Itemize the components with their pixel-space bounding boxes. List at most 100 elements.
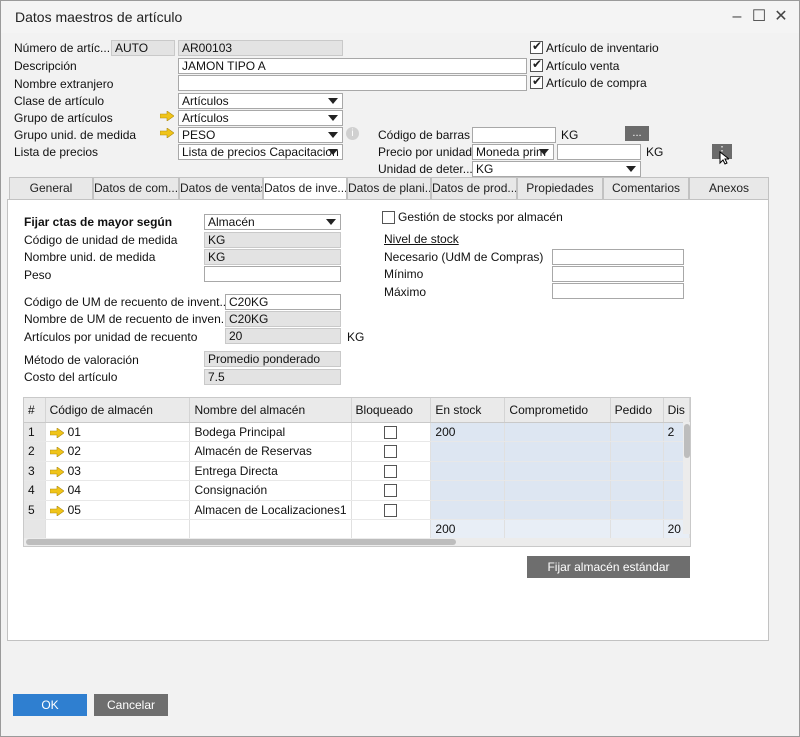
barcode-field[interactable] <box>472 127 556 143</box>
item-cost-field[interactable]: 7.5 <box>204 369 341 385</box>
minimize-icon[interactable]: – <box>727 7 747 27</box>
table-row[interactable]: 4 04 Consignación <box>24 480 690 501</box>
column-header[interactable]: Pedido <box>610 398 664 423</box>
purchase-item-checkbox[interactable] <box>530 74 543 89</box>
sales-item-checkbox[interactable] <box>530 57 543 72</box>
tab-production[interactable]: Datos de prod... <box>431 177 517 199</box>
link-arrow-icon[interactable] <box>49 465 65 478</box>
locked-checkbox[interactable] <box>384 503 398 517</box>
item-group-select[interactable]: Artículos <box>178 110 343 126</box>
item-group-label: Grupo de artículos <box>14 111 113 125</box>
total-ordered-cell <box>610 519 664 540</box>
link-arrow-icon[interactable] <box>49 485 65 497</box>
warehouse-code-cell[interactable]: 04 <box>45 480 191 501</box>
set-default-warehouse-button[interactable]: Fijar almacén estándar <box>527 556 690 578</box>
stock-by-warehouse-checkbox[interactable] <box>382 211 395 224</box>
horizontal-scroll-thumb[interactable] <box>26 539 456 545</box>
column-header[interactable]: En stock <box>430 398 506 423</box>
table-total-row: 200 20 <box>24 519 690 540</box>
total-committed-cell <box>504 519 611 540</box>
uom-code-field[interactable]: KG <box>204 232 341 248</box>
tab-attachments[interactable]: Anexos <box>689 177 769 199</box>
warehouse-code-cell[interactable]: 01 <box>45 422 191 442</box>
table-row[interactable]: 1 01 Bodega Principal 200 2 <box>24 422 690 442</box>
foreign-name-field[interactable] <box>178 75 527 91</box>
horizontal-scrollbar[interactable] <box>24 538 690 546</box>
cancel-button[interactable]: Cancelar <box>94 694 168 716</box>
tab-sales[interactable]: Datos de ventas <box>179 177 263 199</box>
vertical-scrollbar[interactable] <box>683 422 690 534</box>
minimum-field[interactable] <box>552 266 684 282</box>
barcode-button[interactable]: ... <box>625 126 649 141</box>
link-arrow-icon[interactable] <box>49 426 65 439</box>
price-list-select[interactable]: Lista de precios Capacitacion <box>178 144 343 160</box>
maximize-icon[interactable]: ☐ <box>749 7 769 27</box>
link-arrow-icon[interactable] <box>160 128 174 138</box>
uom-group-select[interactable]: PESO <box>178 127 343 143</box>
column-header[interactable]: Comprometido <box>504 398 611 423</box>
table-row[interactable]: 2 02 Almacén de Reservas <box>24 441 690 462</box>
tab-purchasing[interactable]: Datos de com... <box>93 177 179 199</box>
tab-properties[interactable]: Propiedades <box>517 177 603 199</box>
warehouse-code-cell[interactable]: 05 <box>45 500 191 520</box>
column-header[interactable]: Nombre del almacén <box>189 398 352 423</box>
link-arrow-icon[interactable] <box>49 446 65 458</box>
unit-price-unit: KG <box>646 145 664 159</box>
total-blank-cell <box>351 519 432 540</box>
warehouse-name-cell[interactable]: Bodega Principal <box>189 422 352 442</box>
unit-price-field[interactable] <box>557 144 641 160</box>
tab-inventory[interactable]: Datos de inve... <box>263 177 347 200</box>
description-field[interactable]: JAMON TIPO A <box>178 58 527 74</box>
pricing-unit-select[interactable]: KG <box>472 161 641 177</box>
count-uom-name-field[interactable]: C20KG <box>225 311 341 327</box>
series-field[interactable]: AUTO <box>111 40 175 56</box>
item-number-field[interactable]: AR00103 <box>178 40 343 56</box>
committed-cell <box>504 441 611 462</box>
warehouse-name-cell[interactable]: Almacen de Localizaciones1 <box>189 500 352 520</box>
info-icon[interactable]: i <box>346 127 359 140</box>
ok-button[interactable]: OK <box>13 694 87 716</box>
foreign-name-label: Nombre extranjero <box>14 77 114 91</box>
count-uom-code-field[interactable]: C20KG <box>225 294 341 310</box>
uom-name-field[interactable]: KG <box>204 249 341 265</box>
purchase-item-label: Artículo de compra <box>546 76 647 90</box>
locked-checkbox[interactable] <box>384 425 398 439</box>
warehouse-name-cell[interactable]: Consignación <box>189 480 352 501</box>
inventory-item-checkbox[interactable] <box>530 39 543 54</box>
locked-cell <box>351 461 432 481</box>
column-header[interactable]: # <box>24 398 46 423</box>
link-arrow-icon[interactable] <box>49 504 65 517</box>
locked-cell <box>351 500 432 520</box>
vertical-scroll-thumb[interactable] <box>684 424 690 458</box>
locked-checkbox[interactable] <box>384 484 398 498</box>
gl-method-select[interactable]: Almacén <box>204 214 341 230</box>
tab-bar: General Datos de com... Datos de ventas … <box>7 177 769 200</box>
locked-checkbox[interactable] <box>384 464 398 478</box>
warehouse-name-cell[interactable]: Entrega Directa <box>189 461 352 481</box>
column-header[interactable]: Bloqueado <box>351 398 432 423</box>
tab-planning[interactable]: Datos de plani... <box>347 177 431 199</box>
currency-select[interactable]: Moneda prim <box>472 144 554 160</box>
item-class-select[interactable]: Artículos <box>178 93 343 109</box>
table-row[interactable]: 5 05 Almacen de Localizaciones1 <box>24 500 690 520</box>
tab-general[interactable]: General <box>9 177 93 199</box>
items-per-count-field[interactable]: 20 <box>225 328 341 344</box>
column-header[interactable]: Dis <box>663 398 690 423</box>
warehouse-code-cell[interactable]: 02 <box>45 441 191 462</box>
table-row[interactable]: 3 03 Entrega Directa <box>24 461 690 481</box>
weight-field[interactable] <box>204 266 341 282</box>
ordered-cell <box>610 461 664 481</box>
tab-remarks[interactable]: Comentarios <box>603 177 689 199</box>
locked-checkbox[interactable] <box>384 445 398 459</box>
committed-cell <box>504 480 611 501</box>
maximum-field[interactable] <box>552 283 684 299</box>
warehouse-code: 05 <box>67 502 81 517</box>
maximum-label: Máximo <box>384 285 427 299</box>
close-icon[interactable]: ✕ <box>771 7 791 27</box>
column-header[interactable]: Código de almacén <box>45 398 191 423</box>
link-arrow-icon[interactable] <box>160 111 174 121</box>
valuation-field[interactable]: Promedio ponderado <box>204 351 341 367</box>
warehouse-name-cell[interactable]: Almacén de Reservas <box>189 441 352 462</box>
warehouse-code-cell[interactable]: 03 <box>45 461 191 481</box>
required-field[interactable] <box>552 249 684 265</box>
